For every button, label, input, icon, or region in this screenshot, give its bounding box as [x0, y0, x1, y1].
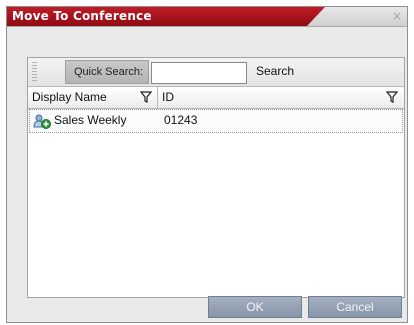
filter-icon[interactable]	[386, 91, 398, 103]
close-button[interactable]: ×	[391, 10, 403, 22]
table-header: Display Name ID	[28, 87, 404, 109]
search-button[interactable]: Search	[256, 64, 294, 78]
conference-list-panel: Quick Search: Search Display Name ID Sal…	[27, 57, 405, 298]
search-toolbar: Quick Search: Search	[28, 58, 404, 87]
column-header-id[interactable]: ID	[158, 87, 404, 108]
column-header-display-name[interactable]: Display Name	[28, 87, 158, 108]
conference-add-icon	[33, 114, 51, 129]
cancel-button[interactable]: Cancel	[308, 296, 402, 318]
toolbar-grip[interactable]	[32, 62, 37, 82]
id-cell: 01243	[164, 113, 198, 127]
dialog-title: Move To Conference	[12, 9, 152, 23]
filter-icon[interactable]	[140, 91, 152, 103]
quick-search-label: Quick Search:	[65, 60, 149, 84]
display-name-cell: Sales Weekly	[54, 113, 127, 127]
column-header-label: ID	[162, 90, 174, 104]
move-to-conference-dialog: Move To Conference × Quick Search: Searc…	[6, 6, 408, 323]
ok-button[interactable]: OK	[208, 296, 302, 318]
title-bar: Move To Conference ×	[7, 7, 407, 27]
column-header-label: Display Name	[32, 90, 107, 104]
quick-search-input[interactable]	[151, 62, 247, 84]
table-row[interactable]: Sales Weekly 01243	[29, 109, 403, 133]
